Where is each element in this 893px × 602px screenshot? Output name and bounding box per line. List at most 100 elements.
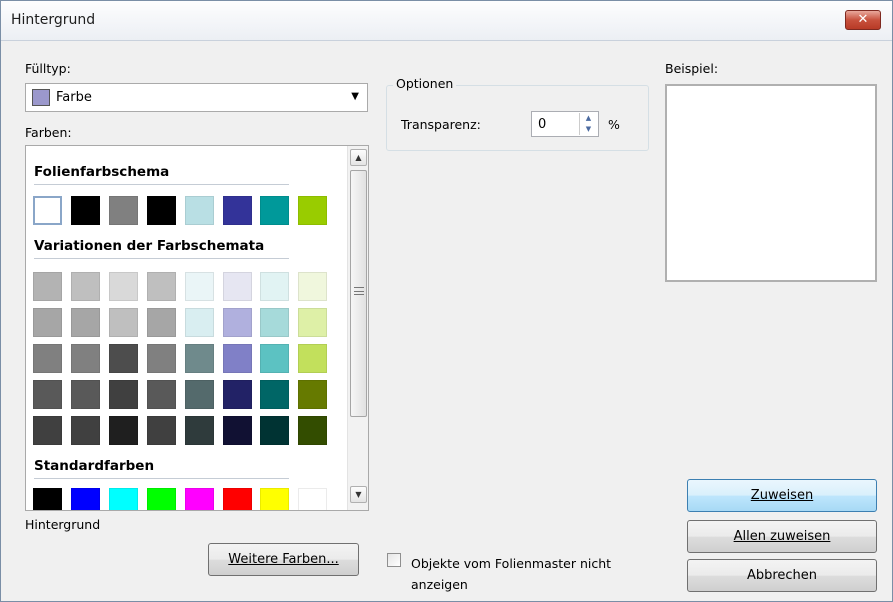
color-swatch[interactable]: [298, 272, 327, 301]
dialog-window: Hintergrund ✕ Fülltyp: Farbe ▼ Farben: F…: [0, 0, 893, 602]
color-swatch[interactable]: [109, 272, 138, 301]
color-palette: Folienfarbschema Variationen der Farbsch…: [25, 145, 369, 511]
color-swatch[interactable]: [33, 488, 62, 510]
percent-unit: %: [608, 117, 620, 132]
color-swatch[interactable]: [185, 344, 214, 373]
color-swatch[interactable]: [33, 380, 62, 409]
color-swatch[interactable]: [223, 344, 252, 373]
section-divider: [34, 258, 289, 259]
apply-label[interactable]: Zuweisen: [751, 488, 813, 503]
grip-icon: [354, 287, 364, 295]
color-swatch[interactable]: [147, 196, 176, 225]
color-swatch[interactable]: [109, 488, 138, 510]
color-swatch[interactable]: [147, 272, 176, 301]
color-swatch[interactable]: [109, 416, 138, 445]
scroll-down-arrow-icon[interactable]: ▼: [350, 486, 367, 503]
example-label: Beispiel:: [665, 61, 719, 76]
transparency-label: Transparenz:: [401, 117, 481, 132]
color-swatch[interactable]: [260, 488, 289, 510]
colors-label: Farben:: [25, 125, 72, 140]
color-swatch[interactable]: [71, 344, 100, 373]
color-swatch[interactable]: [71, 488, 100, 510]
color-swatch[interactable]: [71, 308, 100, 337]
fill-color-swatch: [32, 89, 50, 106]
color-swatch[interactable]: [185, 196, 214, 225]
example-preview: [665, 84, 877, 282]
title-bar: Hintergrund ✕: [1, 1, 892, 41]
spin-down-icon[interactable]: ▼: [580, 124, 597, 135]
color-swatch[interactable]: [223, 416, 252, 445]
color-swatch[interactable]: [298, 308, 327, 337]
fill-type-value: Farbe: [56, 90, 92, 105]
color-swatch[interactable]: [185, 488, 214, 510]
color-swatch[interactable]: [71, 416, 100, 445]
color-swatch[interactable]: [223, 272, 252, 301]
section-divider: [34, 184, 289, 185]
color-swatch[interactable]: [185, 380, 214, 409]
color-swatch[interactable]: [109, 308, 138, 337]
color-swatch[interactable]: [147, 488, 176, 510]
section-divider: [34, 478, 289, 479]
color-swatch[interactable]: [185, 416, 214, 445]
preview-caption: Hintergrund: [25, 517, 101, 532]
cancel-label[interactable]: Abbrechen: [747, 568, 817, 583]
color-swatch[interactable]: [260, 196, 289, 225]
apply-all-label[interactable]: Allen zuweisen: [734, 529, 831, 544]
color-swatch[interactable]: [298, 344, 327, 373]
color-swatch[interactable]: [260, 344, 289, 373]
color-swatch[interactable]: [260, 380, 289, 409]
transparency-value[interactable]: 0: [538, 117, 546, 132]
color-swatch[interactable]: [185, 308, 214, 337]
more-colors-label[interactable]: Weitere Farben...: [228, 552, 338, 567]
scheme-section-title: Folienfarbschema: [34, 164, 170, 180]
color-swatch[interactable]: [33, 416, 62, 445]
color-swatch[interactable]: [33, 308, 62, 337]
apply-all-button[interactable]: Allen zuweisen: [687, 520, 877, 553]
more-colors-button[interactable]: Weitere Farben...: [208, 543, 359, 576]
color-swatch[interactable]: [298, 196, 327, 225]
color-swatch[interactable]: [33, 272, 62, 301]
color-swatch[interactable]: [298, 416, 327, 445]
color-swatch[interactable]: [298, 488, 327, 510]
color-swatch[interactable]: [147, 416, 176, 445]
color-swatch[interactable]: [71, 196, 100, 225]
color-swatch[interactable]: [147, 308, 176, 337]
apply-button[interactable]: Zuweisen: [687, 479, 877, 512]
variations-section-title: Variationen der Farbschemata: [34, 238, 265, 254]
palette-scrollbar[interactable]: ▲ ▼: [347, 146, 368, 510]
color-swatch[interactable]: [71, 272, 100, 301]
color-swatch[interactable]: [185, 272, 214, 301]
color-swatch[interactable]: [147, 344, 176, 373]
color-swatch[interactable]: [298, 380, 327, 409]
color-swatch[interactable]: [223, 196, 252, 225]
color-swatch[interactable]: [147, 380, 176, 409]
color-swatch[interactable]: [71, 380, 100, 409]
color-swatch[interactable]: [223, 380, 252, 409]
color-swatch[interactable]: [260, 272, 289, 301]
color-swatch[interactable]: [260, 416, 289, 445]
color-swatch[interactable]: [260, 308, 289, 337]
fill-type-label: Fülltyp:: [25, 61, 71, 76]
standard-section-title: Standardfarben: [34, 458, 155, 474]
options-label: Optionen: [393, 76, 457, 91]
cancel-button[interactable]: Abbrechen: [687, 559, 877, 592]
color-swatch[interactable]: [33, 344, 62, 373]
color-swatch[interactable]: [109, 344, 138, 373]
color-swatch[interactable]: [223, 488, 252, 510]
chevron-down-icon[interactable]: ▼: [351, 91, 359, 102]
transparency-spinner[interactable]: ▲ ▼: [579, 113, 597, 135]
hide-master-objects-label[interactable]: Objekte vom Folienmaster nicht anzeigen: [411, 553, 651, 595]
color-swatch[interactable]: [109, 196, 138, 225]
color-swatch[interactable]: [109, 380, 138, 409]
scroll-up-arrow-icon[interactable]: ▲: [350, 149, 367, 166]
close-button[interactable]: ✕: [845, 10, 881, 30]
scrollbar-thumb[interactable]: [350, 170, 367, 417]
spin-up-icon[interactable]: ▲: [580, 113, 597, 124]
color-swatch[interactable]: [223, 308, 252, 337]
color-swatch[interactable]: [33, 196, 62, 225]
hide-master-objects-checkbox[interactable]: [387, 553, 401, 567]
close-icon[interactable]: ✕: [858, 12, 869, 27]
dialog-title: Hintergrund: [11, 12, 96, 28]
fill-type-dropdown[interactable]: Farbe ▼: [25, 83, 368, 112]
transparency-input[interactable]: 0 ▲ ▼: [531, 111, 599, 137]
